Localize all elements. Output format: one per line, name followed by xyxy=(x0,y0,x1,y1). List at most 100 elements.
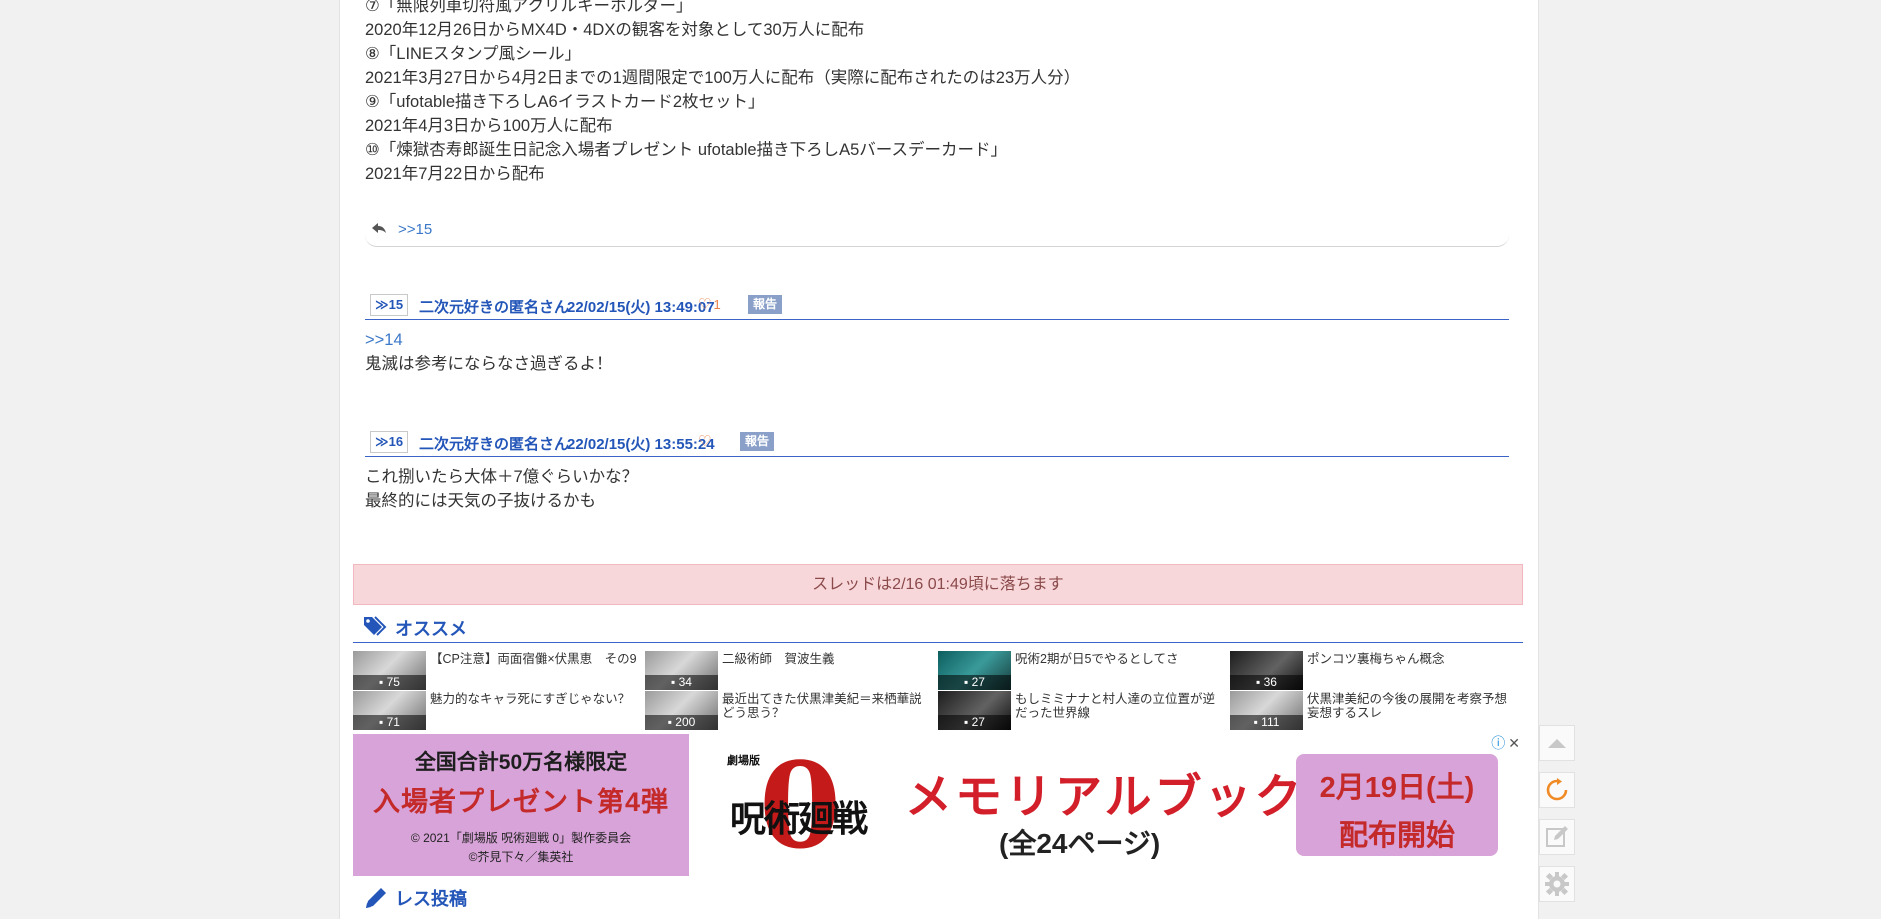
poster-name: 二次元好きの匿名さん xyxy=(419,299,570,316)
close-icon[interactable]: ✕ xyxy=(1508,734,1520,752)
recommend-heading: オススメ xyxy=(353,612,1523,643)
post-form-title: レス投稿 xyxy=(395,889,467,909)
write-button[interactable] xyxy=(1539,819,1575,855)
refresh-button[interactable] xyxy=(1539,772,1575,808)
ad-left-panel: 全国合計50万名様限定 入場者プレゼント第4弾 © 2021「劇場版 呪術廻戦 … xyxy=(353,734,689,876)
post-body: >>14 鬼滅は参考にならなさ過ぎるよ！ xyxy=(365,320,1509,376)
thread-thumbnail: ▪ 27 xyxy=(938,651,1011,690)
recommend-item-title: ポンコツ裏梅ちゃん概念 xyxy=(1307,652,1445,666)
heart-icon: ♡ xyxy=(698,433,712,450)
like-count: 1 xyxy=(713,297,721,312)
poster-name: 二次元好きの匿名さん xyxy=(419,436,570,453)
body-line: 2021年7月22日から配布 xyxy=(365,165,545,183)
recommend-item[interactable]: ▪ 71 魅力的なキャラ死にすぎじゃない？ xyxy=(353,691,643,731)
tag-icon xyxy=(363,615,387,642)
recommend-item[interactable]: ▪ 111 伏黒津美紀の今後の展開を考察予想妄想するスレ xyxy=(1230,691,1520,731)
recommend-item[interactable]: ▪ 36 ポンコツ裏梅ちゃん概念 xyxy=(1230,651,1520,691)
ad-date-box: 2月19日(土) 配布開始 xyxy=(1296,754,1498,856)
thread-thumbnail: ▪ 71 xyxy=(353,691,426,730)
post-number-button[interactable]: ≫16 xyxy=(370,431,409,453)
like-button[interactable]: ♡ 1 xyxy=(698,295,721,313)
thread-thumbnail: ▪ 27 xyxy=(938,691,1011,730)
comment-count-badge: ▪ 36 xyxy=(1230,675,1303,690)
comment-count-badge: ▪ 34 xyxy=(645,675,718,690)
comment-count-badge: ▪ 27 xyxy=(938,715,1011,730)
body-line: ⑦「無限列車切符風アクリルキーホルダー」 xyxy=(365,0,693,15)
recommend-item-title: 伏黒津美紀の今後の展開を考察予想妄想するスレ xyxy=(1307,692,1508,720)
post-date: 22/02/15(火) 13:49:07 xyxy=(567,299,715,316)
ad-text: 入場者プレゼント第4弾 xyxy=(372,787,669,817)
settings-button[interactable] xyxy=(1539,866,1575,902)
scroll-top-button[interactable] xyxy=(1539,725,1575,761)
recommend-item[interactable]: ▪ 75 【CP注意】両面宿儺×伏黒恵 その9 xyxy=(353,651,643,691)
recommend-item-title: 最近出てきた伏黒津美紀＝来栖華説どう思う？ xyxy=(722,692,922,720)
body-line: ⑩「煉獄杏寿郎誕生日記念入場者プレゼント ufotable描き下ろしA5バースデ… xyxy=(365,141,1007,159)
post-form-heading: レス投稿 xyxy=(353,882,1523,912)
comment-count-badge: ▪ 27 xyxy=(938,675,1011,690)
post-line: 最終的には天気の子抜けるかも xyxy=(365,492,596,510)
heart-icon: ♡ xyxy=(698,296,712,313)
ad-logo-small: 劇場版 xyxy=(727,755,760,767)
comment-count-badge: ▪ 71 xyxy=(353,715,426,730)
recommend-item-title: 二級術師 賀波生義 xyxy=(722,652,835,666)
post-header: ≫16 二次元好きの匿名さん 22/02/15(火) 13:55:24 ♡ 報告 xyxy=(365,429,1509,457)
body-line: 2020年12月26日からMX4D・4DXの観客を対象として30万人に配布 xyxy=(365,21,865,39)
post-body: これ捌いたら大体＋7億ぐらいかな？ 最終的には天気の子抜けるかも xyxy=(365,457,1509,513)
reply-link[interactable]: >>15 xyxy=(398,221,432,238)
thread-expiry-notice: スレッドは2/16 01:49頃に落ちます xyxy=(353,564,1523,605)
recommend-item[interactable]: ▪ 27 もしミミナナと村人達の立位置が逆だった世界線 xyxy=(938,691,1228,731)
ad-date-sub: 配布開始 xyxy=(1338,820,1455,852)
body-line: 2021年4月3日から100万人に配布 xyxy=(365,117,613,135)
recommend-item-title: もしミミナナと村人達の立位置が逆だった世界線 xyxy=(1015,692,1216,720)
edit-icon xyxy=(1546,826,1568,847)
post-number-button[interactable]: ≫15 xyxy=(370,294,409,316)
comment-count-badge: ▪ 200 xyxy=(645,715,718,730)
thread-thumbnail: ▪ 75 xyxy=(353,651,426,690)
ad-text: 全国合計50万名様限定 xyxy=(414,751,628,774)
pencil-icon xyxy=(363,885,389,916)
report-button[interactable]: 報告 xyxy=(748,295,783,314)
post-line: 鬼滅は参考にならなさ過ぎるよ！ xyxy=(365,355,613,373)
report-button[interactable]: 報告 xyxy=(740,432,775,451)
ad-subtitle: (全24ページ) xyxy=(999,828,1161,859)
ad-logo: 0 劇場版 呪術廻戦 xyxy=(723,747,873,865)
recommend-item-title: 【CP注意】両面宿儺×伏黒恵 その9 xyxy=(430,652,637,666)
thread-thumbnail: ▪ 200 xyxy=(645,691,718,730)
post-body-continued: ⑦「無限列車切符風アクリルキーホルダー」 2020年12月26日からMX4D・4… xyxy=(365,0,1080,186)
reply-arrow-icon xyxy=(371,221,387,237)
body-line: 2021年3月27日から4月2日までの1週間限定で100万人に配布（実際に配布さ… xyxy=(365,69,1081,87)
like-button[interactable]: ♡ xyxy=(698,432,711,450)
recommend-item[interactable]: ▪ 200 最近出てきた伏黒津美紀＝来栖華説どう思う？ xyxy=(645,691,935,731)
thread-thumbnail: ▪ 111 xyxy=(1230,691,1303,730)
recommend-item[interactable]: ▪ 34 二級術師 賀波生義 xyxy=(645,651,935,691)
body-line: ⑧「LINEスタンプ風シール」 xyxy=(365,45,581,63)
comment-count-badge: ▪ 111 xyxy=(1230,715,1303,730)
gear-icon xyxy=(1545,872,1569,896)
refresh-icon xyxy=(1546,778,1568,801)
post: ≫16 二次元好きの匿名さん 22/02/15(火) 13:55:24 ♡ 報告… xyxy=(365,429,1509,513)
reply-list-bar: >>15 xyxy=(365,216,1509,247)
ad-date: 2月19日(土) xyxy=(1319,772,1475,804)
thread-thumbnail: ▪ 36 xyxy=(1230,651,1303,690)
comment-count-badge: ▪ 75 xyxy=(353,675,426,690)
recommend-item-title: 魅力的なキャラ死にすぎじゃない？ xyxy=(430,692,631,706)
side-toolbar xyxy=(1539,725,1575,913)
ad-logo-title: 呪術廻戦 xyxy=(729,798,868,839)
body-line: ⑨「ufotable描き下ろしA6イラストカード2枚セット」 xyxy=(365,93,765,111)
recommend-list: ▪ 75 【CP注意】両面宿儺×伏黒恵 その9 ▪ 34 二級術師 賀波生義 ▪… xyxy=(353,651,1523,731)
recommend-item-title: 呪術2期が日5でやるとしてさ xyxy=(1015,652,1179,666)
thread-page: ⑦「無限列車切符風アクリルキーホルダー」 2020年12月26日からMX4D・4… xyxy=(339,0,1539,919)
post-header: ≫15 二次元好きの匿名さん 22/02/15(火) 13:49:07 ♡ 1 報… xyxy=(365,292,1509,320)
caret-up-icon xyxy=(1548,739,1566,748)
ad-choices[interactable]: ⓘ ✕ xyxy=(1483,734,1523,752)
post-date: 22/02/15(火) 13:55:24 xyxy=(567,436,715,453)
ad-copyright: ©芥見下々／集英社 xyxy=(468,850,574,864)
ad-banner[interactable]: 全国合計50万名様限定 入場者プレゼント第4弾 © 2021「劇場版 呪術廻戦 … xyxy=(353,734,1523,876)
post: ≫15 二次元好きの匿名さん 22/02/15(火) 13:49:07 ♡ 1 報… xyxy=(365,292,1509,376)
post-line: これ捌いたら大体＋7億ぐらいかな？ xyxy=(365,468,639,486)
recommend-item[interactable]: ▪ 27 呪術2期が日5でやるとしてさ xyxy=(938,651,1228,691)
info-icon[interactable]: ⓘ xyxy=(1491,734,1505,752)
recommend-title: オススメ xyxy=(395,619,467,639)
anchor-link[interactable]: >>14 xyxy=(365,328,1509,352)
ad-copyright: © 2021「劇場版 呪術廻戦 0」製作委員会 xyxy=(410,831,632,845)
